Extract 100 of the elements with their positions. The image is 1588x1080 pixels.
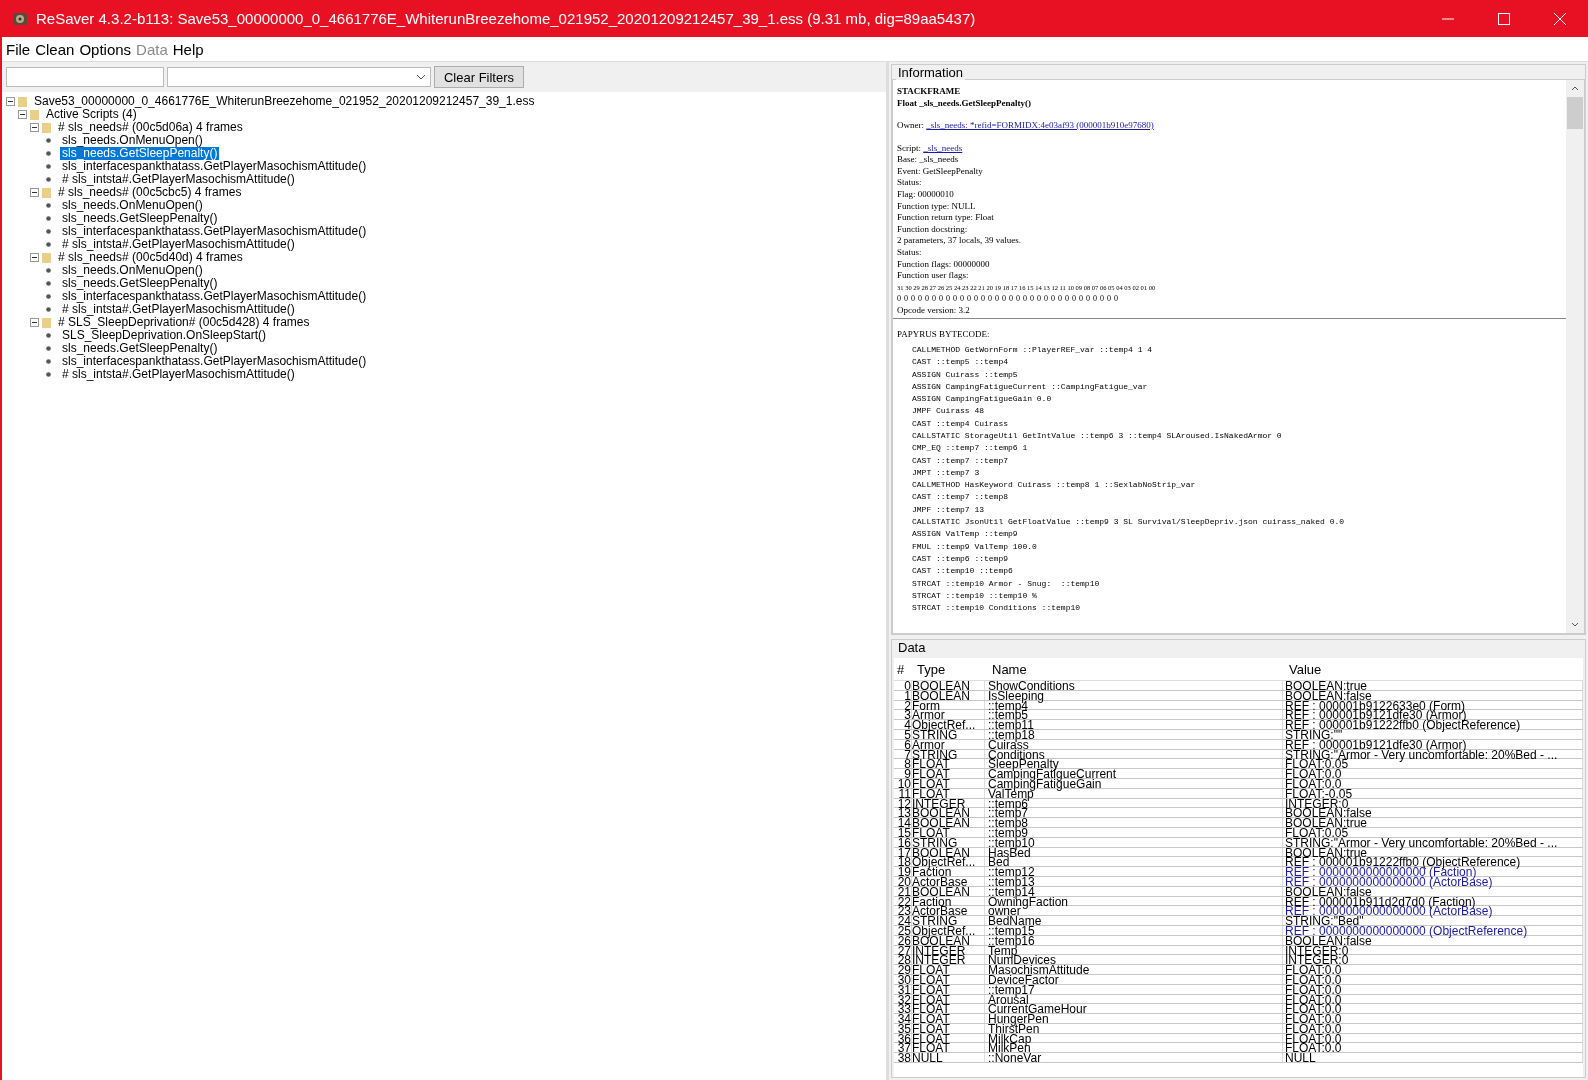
table-cell: INTEGER:0 [1283, 955, 1583, 965]
tree-item[interactable]: Active Scripts (4) [44, 108, 139, 121]
bullet-icon [46, 151, 51, 156]
table-cell: 33 [894, 1004, 912, 1014]
table-cell: FLOAT [912, 1033, 985, 1043]
folder-icon [42, 317, 51, 328]
table-cell: FLOAT [912, 788, 985, 798]
collapse-icon[interactable] [18, 110, 27, 119]
tree-item[interactable]: sls_interfacespankthatass.GetPlayerMasochismAttitude() [60, 355, 369, 368]
tree-item[interactable]: # sls_needs# (00c5d06a) 4 frames [56, 121, 245, 134]
code-line: CALLMETHOD HasKeyword Cuirass ::temp8 1 ::SexlabNoStrip_var [911, 479, 1197, 492]
tree-item[interactable]: sls_interfacespankthatass.GetPlayerMasochismAttitude() [60, 160, 369, 173]
close-icon[interactable] [1554, 12, 1566, 25]
link[interactable]: _sls_needs [923, 142, 963, 153]
column-header[interactable]: # [894, 661, 914, 677]
table-cell: INTEGER:0 [1283, 798, 1583, 808]
table-cell: BOOLEAN:true [1283, 818, 1583, 827]
bullet-icon [46, 138, 51, 143]
link[interactable]: _sls_needs: *refid=FORMIDX:4e03af93 (000001b910e97680) [926, 120, 1154, 130]
table-cell: FLOAT:0.05 [1283, 827, 1583, 837]
collapse-icon[interactable] [30, 123, 39, 132]
table-cell: BOOLEAN [912, 808, 985, 818]
tree-item[interactable]: sls_needs.OnMenuOpen() [60, 199, 205, 212]
table-cell: NULL [912, 1053, 985, 1063]
window-title: ReSaver 4.3.2-b113: Save53_00000000_0_4661776E_WhiterunBreezehome_021952_20201209212457_39_1.ess (9.31 mb, dig=89aa5437) [36, 10, 976, 27]
table-cell: FLOAT [912, 1014, 985, 1023]
code-line: JMPT ::temp7 3 [911, 466, 981, 479]
maximize-icon[interactable] [1498, 12, 1510, 25]
table-cell: MasochismAttitude [985, 965, 1283, 974]
collapse-icon[interactable] [6, 97, 15, 106]
table-cell: 36 [894, 1033, 912, 1043]
filter-field[interactable] [6, 67, 164, 87]
table-cell: 20 [894, 876, 912, 886]
tree-item[interactable]: # sls_intsta#.GetPlayerMasochismAttitude() [60, 303, 297, 316]
tree-item[interactable]: sls_needs.GetSleepPenalty() [60, 342, 220, 355]
menu-item[interactable]: Help [172, 40, 204, 58]
table-cell: BOOLEAN [912, 690, 985, 700]
table-cell: 21 [894, 886, 912, 896]
table-cell: STRING [912, 916, 985, 925]
bullet-icon [46, 177, 51, 182]
tree-item[interactable]: sls_needs.GetSleepPenalty() [60, 147, 220, 160]
table-cell: FLOAT:0.0 [1283, 994, 1583, 1004]
tree-item[interactable]: # sls_intsta#.GetPlayerMasochismAttitude() [60, 238, 297, 251]
chevron-up-icon[interactable] [1571, 86, 1579, 91]
clear-filters-button[interactable]: Clear Filters [434, 66, 524, 88]
code-line: JMPF Cuirass 48 [911, 405, 985, 418]
table-cell: FLOAT:-0.05 [1283, 788, 1583, 798]
table-cell: ::NoneVar [985, 1053, 1283, 1063]
collapse-icon[interactable] [30, 253, 39, 262]
tree-item[interactable]: # sls_intsta#.GetPlayerMasochismAttitude() [60, 173, 297, 186]
chevron-down-icon [416, 74, 426, 80]
table-cell: 1 [894, 690, 912, 700]
table-cell: STRING [912, 837, 985, 847]
table-cell: 32 [894, 994, 912, 1004]
tree-item[interactable]: sls_needs.GetSleepPenalty() [60, 277, 220, 290]
tree-item[interactable]: sls_interfacespankthatass.GetPlayerMasochismAttitude() [60, 290, 369, 303]
menu-item[interactable]: File [6, 40, 31, 58]
menu-item[interactable]: Options [79, 40, 132, 58]
table-cell: STRING [912, 730, 985, 739]
scroll-thumb[interactable] [1567, 97, 1583, 129]
table-cell: BedName [985, 916, 1283, 925]
tree-item[interactable]: SLS_SleepDeprivation.OnSleepStart() [60, 329, 269, 342]
tree-item[interactable]: # sls_needs# (00c5cbc5) 4 frames [56, 186, 244, 199]
code-line: STRCAT ::temp10 ::temp10 % [911, 589, 1038, 602]
tree-item[interactable]: Save53_00000000_0_4661776E_WhiterunBreezehome_021952_20201209212457_39_1.ess [32, 95, 537, 108]
code-line: STRCAT ::temp10 Conditions ::temp10 [911, 602, 1082, 615]
tree-item[interactable]: sls_needs.OnMenuOpen() [60, 264, 205, 277]
table-cell: FLOAT:0.0 [1283, 778, 1583, 788]
tree-item[interactable]: # SLS_SleepDeprivation# (00c5d428) 4 frames [56, 316, 312, 329]
info-text: Flag: 00000010 [897, 188, 954, 199]
collapse-icon[interactable] [30, 318, 39, 327]
tree-item[interactable]: # sls_intsta#.GetPlayerMasochismAttitude() [60, 368, 297, 381]
table-cell: 4 [894, 720, 912, 729]
table-cell: 34 [894, 1014, 912, 1023]
tree-item[interactable]: sls_interfacespankthatass.GetPlayerMasochismAttitude() [60, 225, 369, 238]
column-header[interactable]: Name [989, 661, 1287, 677]
table-cell: FLOAT [912, 984, 985, 994]
collapse-icon[interactable] [30, 188, 39, 197]
table-cell: 16 [894, 837, 912, 847]
table-cell: INTEGER:0 [1283, 945, 1583, 955]
tree-item[interactable]: sls_needs.OnMenuOpen() [60, 134, 205, 147]
code-line: CAST ::temp7 ::temp7 [911, 454, 1009, 467]
column-header[interactable]: Value [1287, 661, 1583, 677]
scrollbar[interactable] [1566, 80, 1584, 633]
info-text: Status: [897, 246, 922, 257]
table-cell: FLOAT:0.0 [1283, 1023, 1583, 1033]
table-cell: BOOLEAN [912, 847, 985, 857]
table-cell: 25 [894, 925, 912, 935]
bullet-icon [46, 281, 51, 286]
column-header[interactable]: Type [914, 661, 989, 677]
tree-item[interactable]: sls_needs.GetSleepPenalty() [60, 212, 220, 225]
tree-item[interactable]: # sls_needs# (00c5d40d) 4 frames [56, 251, 245, 264]
menu-item[interactable]: Clean [35, 40, 75, 58]
table-cell: 35 [894, 1023, 912, 1033]
group-title: Data [896, 640, 928, 655]
bullet-icon [46, 229, 51, 234]
chevron-down-icon[interactable] [1571, 622, 1579, 627]
info-text: Function docstring: [897, 223, 968, 234]
table-cell: 9 [894, 769, 912, 778]
bullet-icon [46, 307, 51, 312]
